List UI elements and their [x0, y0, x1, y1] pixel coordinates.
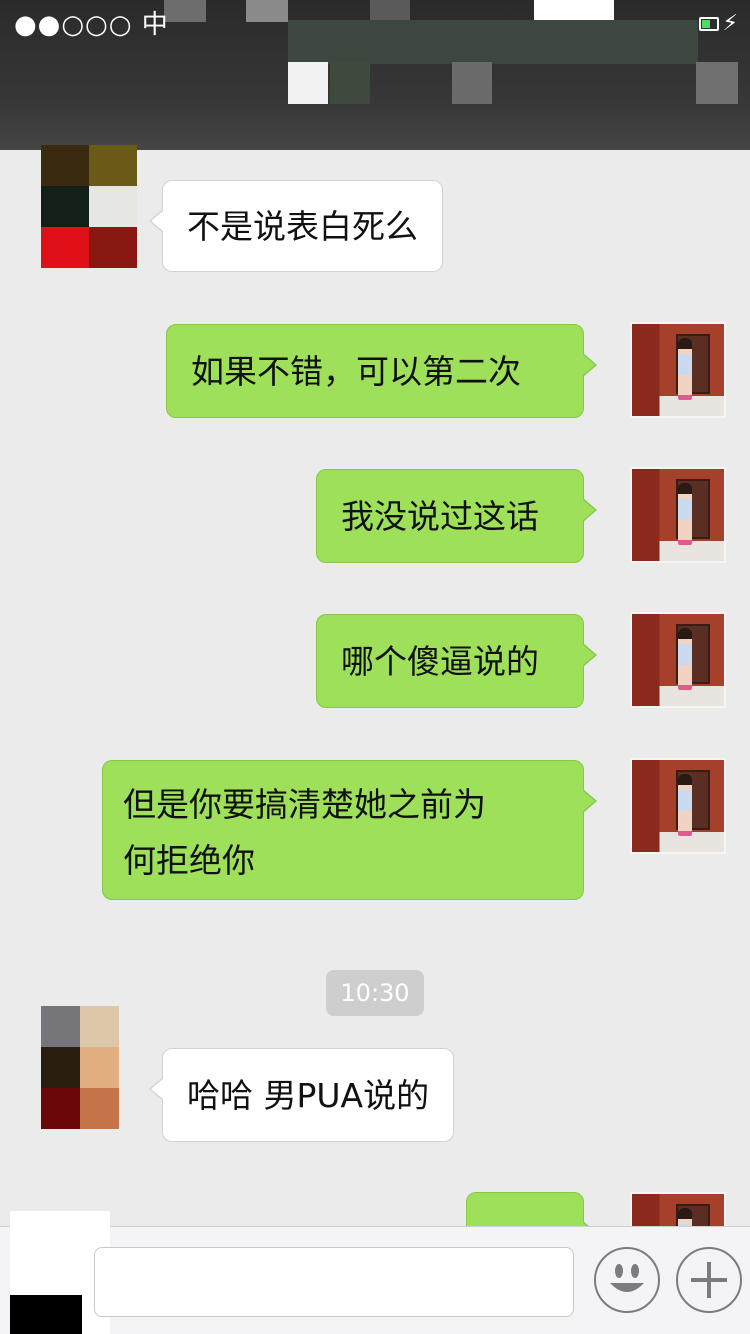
timestamp: 10:30: [326, 970, 424, 1016]
my-avatar[interactable]: [630, 612, 726, 708]
plus-icon: [691, 1262, 727, 1298]
message-bubble-received[interactable]: 不是说表白死么: [149, 180, 443, 272]
message-bubble-sent[interactable]: 如果不错，可以第二次: [166, 324, 597, 418]
message-bubble-sent[interactable]: 哪个傻逼说的: [316, 614, 597, 708]
contact-avatar[interactable]: [41, 145, 137, 268]
status-battery: ⚡: [698, 10, 738, 38]
message-input[interactable]: [94, 1247, 574, 1317]
message-line: 何拒绝你: [123, 841, 255, 880]
my-avatar[interactable]: [630, 758, 726, 854]
message-bubble-received[interactable]: 哈哈 男PUA说的: [148, 1048, 455, 1142]
message-bubble-sent[interactable]: 我没说过这话: [316, 469, 597, 563]
message-bubble-sent[interactable]: 但是你要搞清楚她之前为 何拒绝你: [102, 760, 597, 900]
charging-icon: ⚡: [722, 11, 738, 36]
contact-avatar[interactable]: [41, 1006, 119, 1129]
carrier-label: 中: [141, 10, 169, 40]
signal-indicator: ●●○○○: [14, 10, 133, 40]
my-avatar[interactable]: [630, 322, 726, 418]
battery-icon: [698, 17, 719, 31]
more-options-button[interactable]: [676, 1247, 742, 1313]
top-bar: ●●○○○ 中 ⚡: [0, 0, 750, 150]
input-bar: [0, 1211, 750, 1334]
message-line: 但是你要搞清楚她之前为: [123, 785, 486, 824]
my-avatar[interactable]: [630, 467, 726, 563]
smiley-face-icon: [610, 1264, 644, 1292]
status-signal: ●●○○○ 中: [14, 8, 169, 42]
emoji-button[interactable]: [594, 1247, 660, 1313]
